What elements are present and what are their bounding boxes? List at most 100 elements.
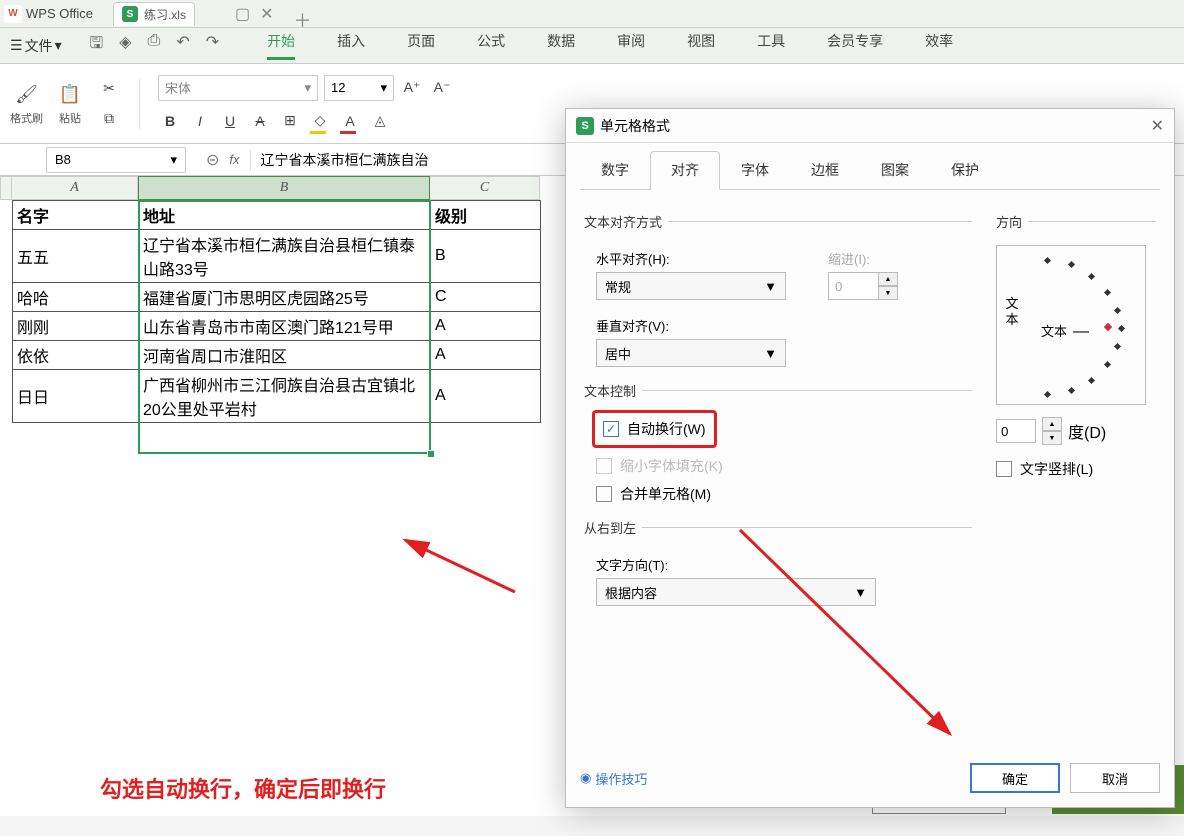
save-icon[interactable]: 🖫 [90, 32, 104, 59]
data-table[interactable]: 名字地址级别五五辽宁省本溪市桓仁满族自治县桓仁镇泰山路33号B 哈哈福建省厦门市思… [12, 200, 541, 423]
dlg-tab-图案[interactable]: 图案 [860, 151, 930, 189]
indent-input[interactable] [828, 272, 878, 300]
dlg-tab-对齐[interactable]: 对齐 [650, 151, 720, 190]
vertical-text-label: 文字竖排(L) [1020, 459, 1093, 479]
print-icon[interactable]: ⎙ [148, 32, 161, 59]
font-color-button[interactable]: A [338, 109, 362, 133]
menu-审阅[interactable]: 审阅 [617, 31, 645, 60]
data-cell[interactable]: 河南省周口市淮阳区 [139, 341, 431, 370]
undo-icon[interactable]: ↶ [176, 32, 189, 59]
data-cell[interactable]: 广西省柳州市三江侗族自治县古宜镇北20公里处平岩村 [139, 370, 431, 423]
menu-工具[interactable]: 工具 [757, 31, 785, 60]
vertical-text-checkbox[interactable] [996, 461, 1012, 477]
indent-spinner[interactable]: ▲▼ [828, 272, 898, 300]
cancel-fx-icon[interactable]: ⊝ [206, 150, 219, 170]
dlg-tab-字体[interactable]: 字体 [720, 151, 790, 189]
degree-input[interactable] [996, 419, 1036, 443]
col-header-a[interactable]: A [12, 176, 138, 200]
wrap-checkbox[interactable]: ✓ [603, 421, 619, 437]
angle-handle[interactable] [1104, 323, 1112, 331]
fill-handle[interactable] [427, 450, 435, 458]
font-size-select[interactable]: 12▾ [324, 75, 394, 101]
data-cell[interactable]: A [431, 341, 541, 370]
close-icon[interactable]: ✕ [1151, 116, 1164, 136]
dlg-tab-保护[interactable]: 保护 [930, 151, 1000, 189]
menu-视图[interactable]: 视图 [687, 31, 715, 60]
menu-插入[interactable]: 插入 [337, 31, 365, 60]
strike-button[interactable]: A [248, 109, 272, 133]
direction-select[interactable]: 根据内容▼ [596, 578, 876, 606]
data-cell[interactable]: 福建省厦门市思明区虎园路25号 [139, 283, 431, 312]
col-header-c[interactable]: C [430, 176, 540, 200]
menu-会员专享[interactable]: 会员专享 [827, 31, 883, 60]
paste-icon: 📋 [57, 82, 83, 108]
data-cell[interactable]: 山东省青岛市市南区澳门路121号甲 [139, 312, 431, 341]
bold-button[interactable]: B [158, 109, 182, 133]
menu-数据[interactable]: 数据 [547, 31, 575, 60]
format-brush-button[interactable]: 🖌 格式刷 [10, 82, 43, 126]
data-cell[interactable]: A [431, 312, 541, 341]
data-cell[interactable]: A [431, 370, 541, 423]
data-cell[interactable]: 五五 [13, 230, 139, 283]
fx-label-icon[interactable]: fx [229, 152, 239, 167]
cut-icon[interactable]: ✂ [97, 77, 121, 101]
decrease-font-icon[interactable]: A⁻ [430, 76, 454, 100]
copy-icon[interactable]: ⧉ [97, 107, 121, 131]
data-cell[interactable]: B [431, 230, 541, 283]
tab-window-icon[interactable]: ▢ [235, 4, 250, 24]
name-box[interactable]: B8▾ [46, 147, 186, 173]
spin-down[interactable]: ▼ [878, 286, 898, 300]
underline-button[interactable]: U [218, 109, 242, 133]
select-all-corner[interactable] [0, 176, 12, 200]
data-cell[interactable]: 哈哈 [13, 283, 139, 312]
deg-up[interactable]: ▲ [1042, 417, 1062, 431]
h-align-select[interactable]: 常规▼ [596, 272, 786, 300]
header-cell[interactable]: 地址 [139, 201, 431, 230]
data-cell[interactable]: 刚刚 [13, 312, 139, 341]
dialog-titlebar[interactable]: S 单元格格式 ✕ [566, 109, 1174, 143]
dlg-tab-数字[interactable]: 数字 [580, 151, 650, 189]
preview-icon[interactable]: ◈ [119, 32, 131, 59]
document-tab[interactable]: S 练习.xls [113, 2, 195, 26]
file-menu[interactable]: ☰ 文件 ▾ [10, 36, 62, 56]
merge-label: 合并单元格(M) [620, 484, 711, 504]
border-button[interactable]: ⊞ [278, 109, 302, 133]
fill-color-button[interactable]: ◇ [308, 109, 332, 133]
orientation-preview[interactable]: 文本 文本 — [996, 245, 1146, 405]
menu-开始[interactable]: 开始 [267, 31, 295, 60]
dlg-tab-边框[interactable]: 边框 [790, 151, 860, 189]
col-header-b[interactable]: B [138, 176, 430, 200]
merge-checkbox[interactable] [596, 486, 612, 502]
tab-close-icon[interactable]: ✕ [260, 4, 273, 24]
cancel-button[interactable]: 取消 [1070, 763, 1160, 793]
redo-icon[interactable]: ↷ [206, 32, 219, 59]
increase-font-icon[interactable]: A⁺ [400, 76, 424, 100]
new-tab-button[interactable]: ＋ [294, 7, 308, 21]
format-brush-label: 格式刷 [10, 110, 43, 126]
caret-down-icon: ▼ [764, 279, 777, 294]
font-name-select[interactable]: 宋体▾ [158, 75, 318, 101]
deg-down[interactable]: ▼ [1042, 431, 1062, 445]
font-size-value: 12 [331, 80, 345, 95]
data-cell[interactable]: 依依 [13, 341, 139, 370]
tips-link[interactable]: ◉ 操作技巧 [580, 769, 647, 788]
v-align-value: 居中 [605, 344, 631, 363]
italic-button[interactable]: I [188, 109, 212, 133]
data-cell[interactable]: 辽宁省本溪市桓仁满族自治县桓仁镇泰山路33号 [139, 230, 431, 283]
menu-公式[interactable]: 公式 [477, 31, 505, 60]
ok-button[interactable]: 确定 [970, 763, 1060, 793]
app-name: WPS Office [26, 6, 93, 21]
v-align-select[interactable]: 居中▼ [596, 339, 786, 367]
header-cell[interactable]: 级别 [431, 201, 541, 230]
header-cell[interactable]: 名字 [13, 201, 139, 230]
data-cell[interactable]: C [431, 283, 541, 312]
data-cell[interactable]: 日日 [13, 370, 139, 423]
menu-效率[interactable]: 效率 [925, 31, 953, 60]
cell-format-dialog: S 单元格格式 ✕ 数字对齐字体边框图案保护 文本对齐方式 水平对齐(H): 常… [565, 108, 1175, 808]
menu-页面[interactable]: 页面 [407, 31, 435, 60]
paste-button[interactable]: 📋 粘贴 [57, 82, 83, 126]
spin-up[interactable]: ▲ [878, 272, 898, 286]
annotation-text: 勾选自动换行，确定后即换行 [100, 772, 386, 804]
shrink-checkbox [596, 458, 612, 474]
clear-format-button[interactable]: ◬ [368, 109, 392, 133]
